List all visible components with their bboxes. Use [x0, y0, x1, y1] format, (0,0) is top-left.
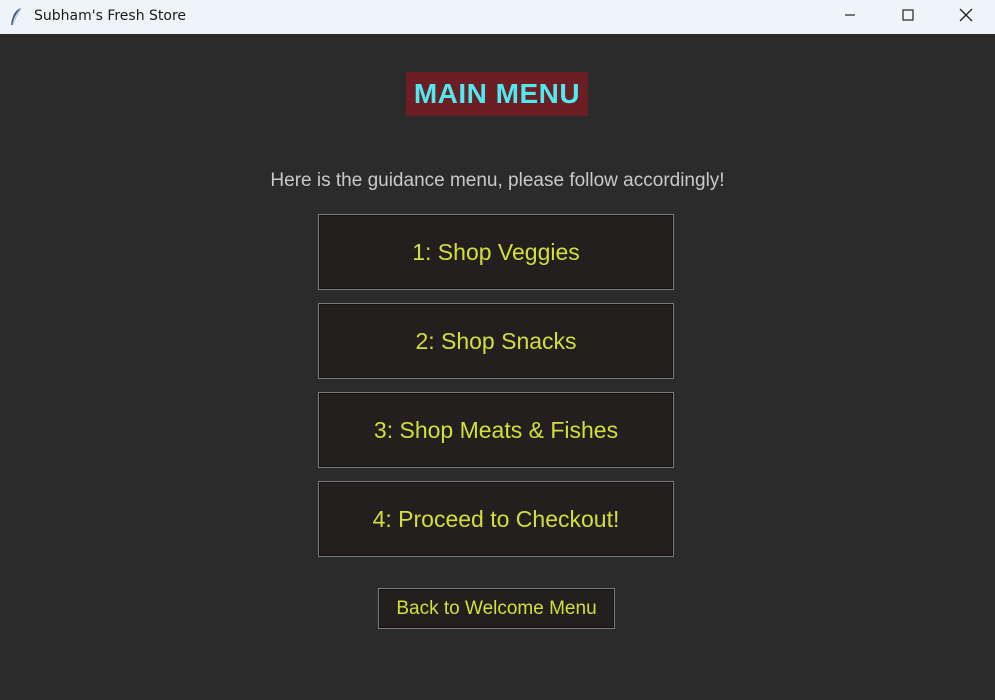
proceed-to-checkout-button[interactable]: 4: Proceed to Checkout!	[318, 481, 674, 557]
page-title: MAIN MENU	[406, 72, 588, 116]
main-menu-panel: MAIN MENU Here is the guidance menu, ple…	[0, 34, 995, 700]
close-icon	[959, 8, 973, 27]
window-title: Subham's Fresh Store	[34, 8, 187, 24]
back-to-welcome-button[interactable]: Back to Welcome Menu	[378, 588, 615, 629]
minimize-icon	[844, 8, 856, 26]
minimize-button[interactable]	[821, 0, 879, 34]
close-button[interactable]	[937, 0, 995, 34]
maximize-icon	[902, 8, 914, 26]
maximize-button[interactable]	[879, 0, 937, 34]
window-titlebar: Subham's Fresh Store	[0, 0, 995, 34]
guidance-text: Here is the guidance menu, please follow…	[270, 170, 725, 191]
feather-icon	[9, 7, 23, 27]
shop-veggies-button[interactable]: 1: Shop Veggies	[318, 214, 674, 290]
shop-snacks-button[interactable]: 2: Shop Snacks	[318, 303, 674, 379]
shop-meats-fishes-button[interactable]: 3: Shop Meats & Fishes	[318, 392, 674, 468]
